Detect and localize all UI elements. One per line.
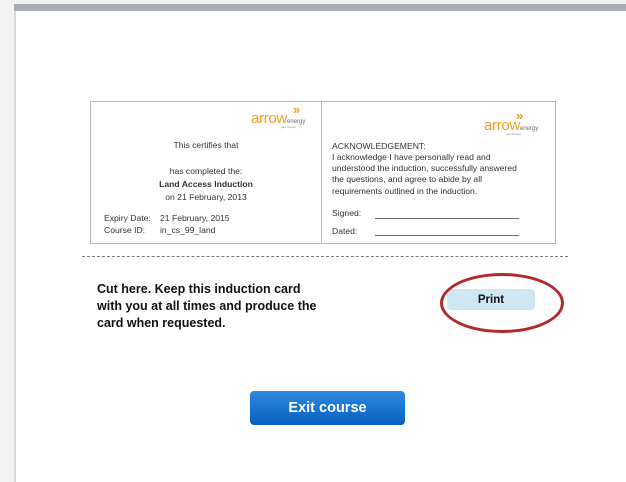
acknowledgement-line-3: the questions, and agree to abide by all xyxy=(332,174,483,184)
expiry-label: Expiry Date: xyxy=(104,213,151,223)
acknowledgement-line-1: I acknowledge I have personally read and xyxy=(332,152,491,162)
cut-line xyxy=(82,256,568,257)
signed-label: Signed: xyxy=(332,208,362,218)
cut-instructions-line-1: Cut here. Keep this induction card xyxy=(97,282,301,296)
highlight-circle xyxy=(440,273,564,333)
expiry-value: 21 February, 2015 xyxy=(160,213,230,223)
dated-line xyxy=(375,235,519,236)
course-id-label: Course ID: xyxy=(104,225,146,235)
cut-instructions-line-3: card when requested. xyxy=(97,316,226,330)
certifies-text: This certifies that xyxy=(173,140,239,150)
course-id-value: in_cs_99_land xyxy=(160,225,216,235)
completion-date: on 21 February, 2013 xyxy=(165,192,247,202)
cut-instructions: Cut here. Keep this induction card with … xyxy=(97,281,357,332)
exit-course-button[interactable]: Exit course xyxy=(250,391,405,425)
acknowledgement-line-4: requirements outlined in the induction. xyxy=(332,186,478,196)
completed-text: has completed the: xyxy=(169,166,243,176)
cut-instructions-line-2: with you at all times and produce the xyxy=(97,299,317,313)
acknowledgement-line-2: understood the induction, successfully a… xyxy=(332,163,517,173)
card-divider xyxy=(321,102,322,243)
induction-card: » arrowenergy gas forever This certifies… xyxy=(90,101,556,244)
dated-label: Dated: xyxy=(332,226,358,236)
arrow-energy-logo-right: » arrowenergy gas forever xyxy=(484,108,539,136)
acknowledgement-heading: ACKNOWLEDGEMENT: xyxy=(332,141,426,151)
logo-arcs-icon: » xyxy=(516,108,524,123)
logo-arcs-icon: » xyxy=(293,102,301,117)
top-bar xyxy=(14,4,626,11)
arrow-energy-logo-left: » arrowenergy gas forever xyxy=(251,102,306,129)
course-name: Land Access Induction xyxy=(159,179,253,189)
signed-line xyxy=(375,218,519,219)
